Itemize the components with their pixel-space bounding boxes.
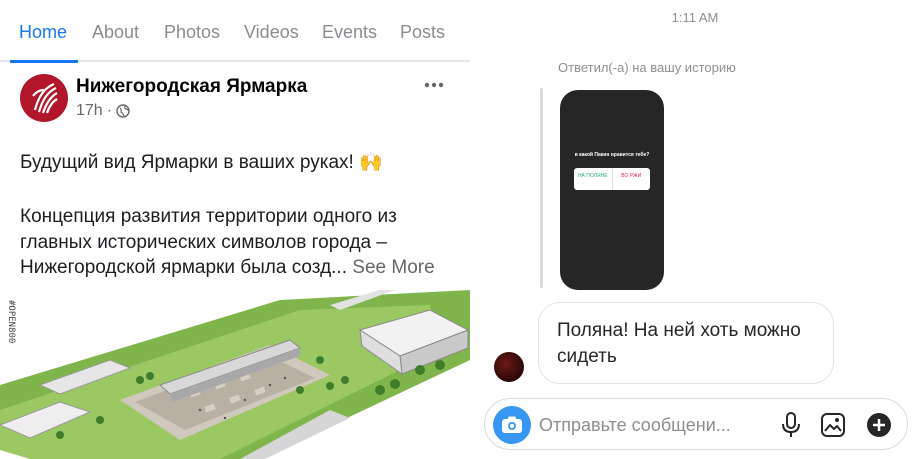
microphone-icon <box>782 412 800 437</box>
instagram-dm-panel: 1:11 AM Ответил(-а) на вашу историю в ка… <box>478 0 912 459</box>
gallery-icon <box>821 413 845 437</box>
plus-icon <box>867 413 891 437</box>
tab-about[interactable]: About <box>92 22 139 43</box>
story-reply-caption: Ответил(-а) на вашу историю <box>558 60 736 75</box>
story-question: в какой Пакин нравится тебе? <box>574 152 650 158</box>
gallery-button[interactable] <box>819 411 847 439</box>
post-text-line: Нижегородской ярмарки была созд... See M… <box>20 257 435 279</box>
meta-separator: · <box>106 102 113 119</box>
tab-videos[interactable]: Videos <box>244 22 299 43</box>
camera-icon <box>502 416 522 433</box>
page-tabs: Home About Photos Videos Events Posts <box>0 0 470 63</box>
tab-home[interactable]: Home <box>19 22 67 43</box>
camera-button[interactable] <box>493 406 531 444</box>
more-dots-icon <box>424 82 444 88</box>
sender-avatar[interactable] <box>494 352 524 382</box>
story-poll: НА ПОЛЯНЕ ВО РЖИ <box>574 168 650 190</box>
fair-territory-render <box>0 290 470 459</box>
fair-logo-icon <box>32 82 58 114</box>
voice-button[interactable] <box>777 411 805 439</box>
post-time[interactable]: 17h <box>76 102 103 120</box>
more-actions-button[interactable] <box>865 411 893 439</box>
poll-option-a: НА ПОЛЯНЕ <box>574 168 613 190</box>
story-preview[interactable]: в какой Пакин нравится тебе? НА ПОЛЯНЕ В… <box>560 90 664 290</box>
post-text-line: Концепция развития территории одного из <box>20 206 397 227</box>
post-text-line: главных исторических символов города – <box>20 232 387 253</box>
post-meta: 17h · <box>76 102 130 120</box>
post-text-truncated: Нижегородской ярмарки была созд... <box>20 257 347 278</box>
tab-photos[interactable]: Photos <box>164 22 220 43</box>
page-avatar[interactable] <box>20 74 68 122</box>
post-text-line: Будущий вид Ярмарки в ваших руках! 🙌 <box>20 152 383 173</box>
tab-events[interactable]: Events <box>322 22 377 43</box>
facebook-panel: Home About Photos Videos Events Posts Ни… <box>0 0 470 459</box>
active-tab-indicator <box>10 60 78 63</box>
tab-posts[interactable]: Posts <box>400 22 445 43</box>
post-image[interactable] <box>0 290 470 459</box>
poll-option-b: ВО РЖИ <box>621 173 642 179</box>
more-options-button[interactable] <box>424 74 444 90</box>
message-timestamp: 1:11 AM <box>671 10 719 25</box>
see-more-link[interactable]: See More <box>352 257 434 278</box>
message-composer <box>484 398 908 450</box>
reply-indicator-bar <box>540 88 543 288</box>
message-input[interactable] <box>539 413 761 437</box>
message-bubble[interactable]: Поляна! На ней хоть можно сидеть <box>538 302 834 384</box>
page-name[interactable]: Нижегородская Ярмарка <box>76 76 307 98</box>
globe-icon <box>116 104 130 118</box>
image-watermark: #OPEN800 <box>6 300 16 344</box>
